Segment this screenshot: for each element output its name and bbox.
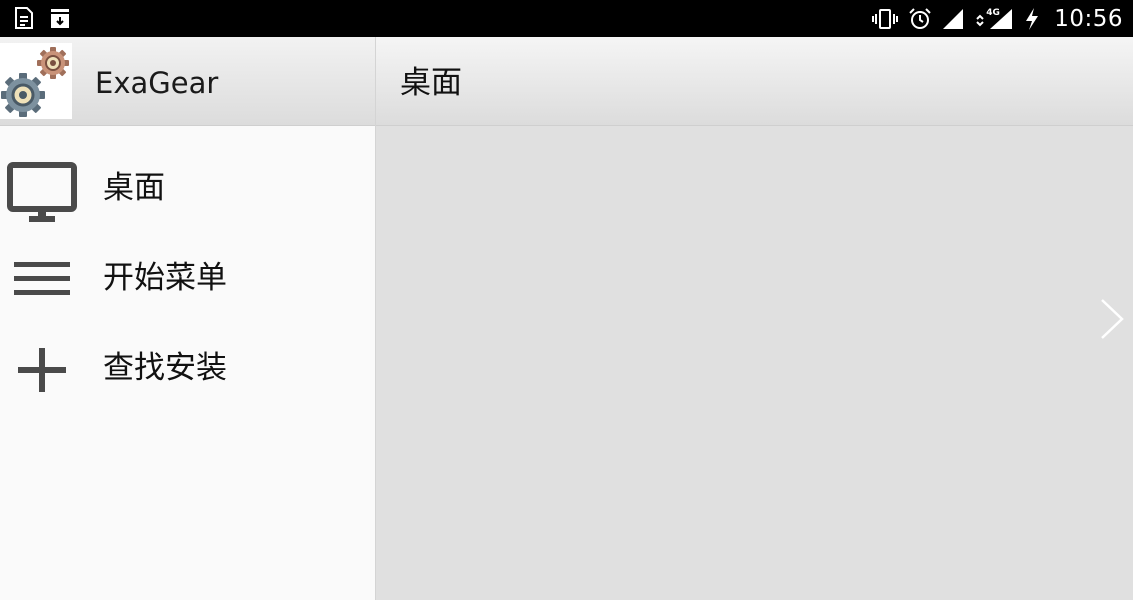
signal-icon <box>943 8 964 29</box>
mobile-signal-4g-icon: 4G <box>974 7 1014 31</box>
navigation-drawer: ExaGear 桌面 开始菜单 查找安装 <box>0 37 376 600</box>
menu-item-desktop[interactable]: 桌面 <box>0 142 375 232</box>
document-icon <box>15 7 33 29</box>
menu-item-find-install[interactable]: 查找安装 <box>0 322 375 412</box>
chevron-right-icon[interactable] <box>1098 298 1126 340</box>
menu-item-label: 查找安装 <box>103 350 227 386</box>
menu-item-start-menu[interactable]: 开始菜单 <box>0 232 375 322</box>
network-type-label: 4G <box>986 7 1000 18</box>
vibrate-icon <box>872 8 899 29</box>
charging-icon <box>1026 7 1039 30</box>
app-title: ExaGear <box>95 66 219 100</box>
page-title: 桌面 <box>400 65 462 101</box>
content-area[interactable] <box>376 126 1133 600</box>
alarm-icon <box>909 7 931 29</box>
plus-icon <box>18 348 66 392</box>
content-toolbar: 桌面 <box>376 37 1133 126</box>
drawer-menu-list: 桌面 开始菜单 查找安装 <box>0 142 375 412</box>
hamburger-menu-icon <box>14 262 70 295</box>
gears-icon <box>0 43 72 119</box>
status-right-icons: 4G 10:56 <box>871 0 1123 37</box>
download-icon <box>51 9 69 28</box>
status-time: 10:56 <box>1054 5 1123 32</box>
menu-item-label: 桌面 <box>103 170 165 206</box>
screen: 4G 10:56 ExaGear 桌面 开始菜单 查找安装 桌面 <box>0 0 1133 600</box>
status-bar: 4G 10:56 <box>0 0 1133 37</box>
status-left-icons <box>13 6 71 30</box>
monitor-icon <box>7 162 77 222</box>
menu-item-label: 开始菜单 <box>103 260 227 296</box>
drawer-header: ExaGear <box>0 37 375 126</box>
